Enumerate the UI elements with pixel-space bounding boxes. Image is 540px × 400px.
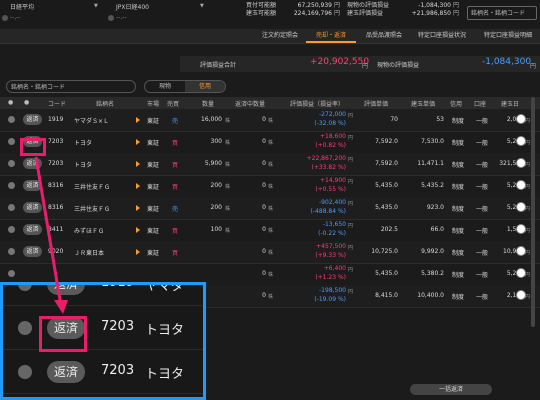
pointer-arrow-icon <box>34 156 68 314</box>
